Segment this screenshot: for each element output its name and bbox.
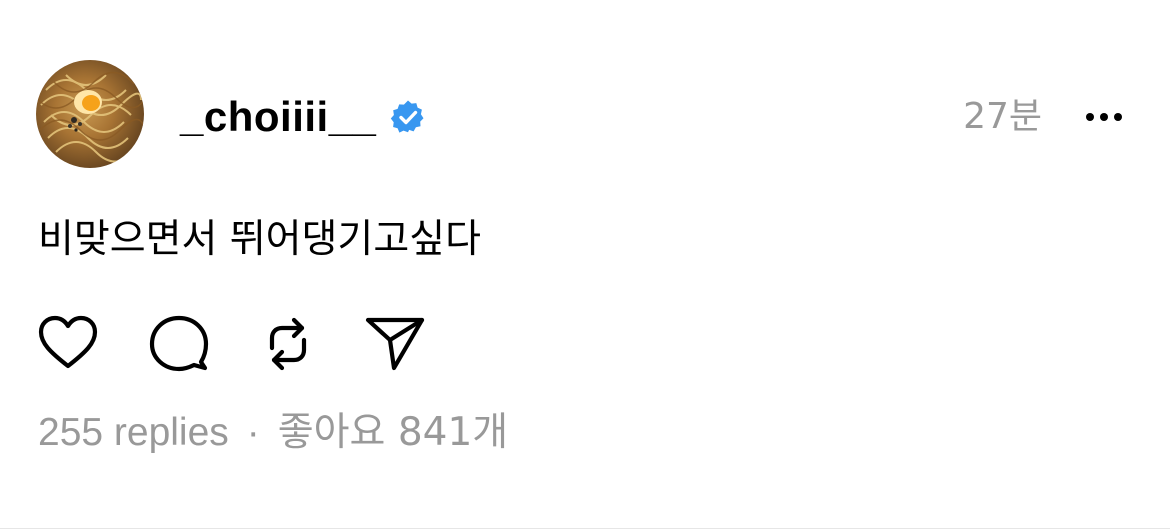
replies-count-link[interactable]: 255 replies [38, 411, 229, 454]
repost-button[interactable] [256, 312, 320, 376]
username[interactable]: _choiiii__ [180, 92, 376, 142]
post-stats: 255 replies · 좋아요 841개 [38, 408, 508, 458]
more-options-button[interactable] [1082, 100, 1126, 134]
stats-separator: · [246, 411, 260, 454]
reply-button[interactable] [148, 312, 212, 376]
likes-count-link[interactable]: 좋아요 841개 [278, 410, 508, 455]
thread-post: _choiiii__ 27분 비맞으면서 뛰어댕기고싶다 255 replies… [0, 0, 1170, 529]
noodle-avatar-image [36, 71, 144, 163]
like-button[interactable] [36, 312, 100, 376]
send-icon [365, 317, 425, 371]
share-button[interactable] [364, 312, 428, 376]
verified-badge-icon [390, 99, 426, 135]
post-timestamp: 27분 [963, 96, 1042, 137]
username-row: _choiiii__ [180, 92, 426, 142]
avatar[interactable] [36, 60, 144, 168]
post-text: 비맞으면서 뛰어댕기고싶다 [38, 217, 481, 262]
repost-icon [269, 317, 307, 371]
heart-icon [38, 315, 98, 369]
comment-icon [149, 315, 209, 372]
more-dots-icon [1086, 113, 1122, 121]
